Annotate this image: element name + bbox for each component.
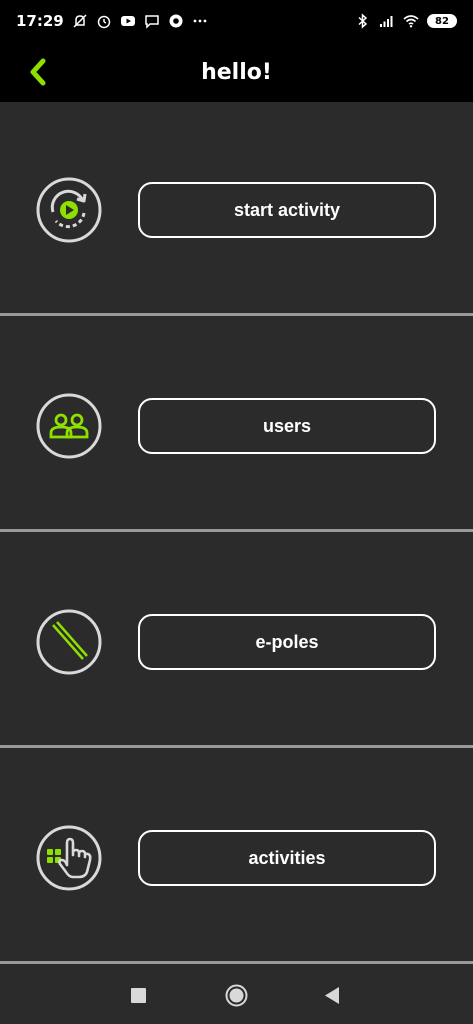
page-title: hello! xyxy=(201,59,272,85)
activities-button[interactable]: activities xyxy=(138,830,436,886)
play-refresh-icon[interactable] xyxy=(36,177,102,243)
status-time: 17:29 xyxy=(16,12,64,30)
bluetooth-icon xyxy=(358,13,368,29)
activities-hand-icon[interactable] xyxy=(36,825,102,891)
wifi-icon xyxy=(403,15,419,28)
chrome-icon xyxy=(169,14,183,28)
signal-icon xyxy=(380,16,393,27)
recents-icon[interactable] xyxy=(131,988,146,1003)
alarm-icon xyxy=(97,15,110,29)
mute-icon xyxy=(73,14,87,28)
section-activities: activities xyxy=(0,750,473,964)
more-dots-icon xyxy=(193,19,207,23)
battery-icon: 82 xyxy=(427,14,457,28)
status-bar: 17:29 82 xyxy=(0,0,473,42)
youtube-icon xyxy=(120,16,135,26)
section-e-poles: e-poles xyxy=(0,534,473,748)
section-start-activity: start activity xyxy=(0,102,473,316)
start-activity-button[interactable]: start activity xyxy=(138,182,436,238)
section-users: users xyxy=(0,318,473,532)
back-button[interactable] xyxy=(20,54,56,90)
chevron-left-icon xyxy=(30,58,46,86)
e-poles-button[interactable]: e-poles xyxy=(138,614,436,670)
status-right: 82 xyxy=(355,13,457,29)
users-icon[interactable] xyxy=(36,393,102,459)
home-icon[interactable] xyxy=(225,984,248,1007)
poles-icon[interactable] xyxy=(36,609,102,675)
app-header: hello! xyxy=(0,42,473,102)
chat-icon xyxy=(145,15,159,29)
back-icon[interactable] xyxy=(325,987,340,1004)
system-nav-bar xyxy=(0,966,473,1024)
users-button[interactable]: users xyxy=(138,398,436,454)
status-left: 17:29 xyxy=(16,12,208,30)
